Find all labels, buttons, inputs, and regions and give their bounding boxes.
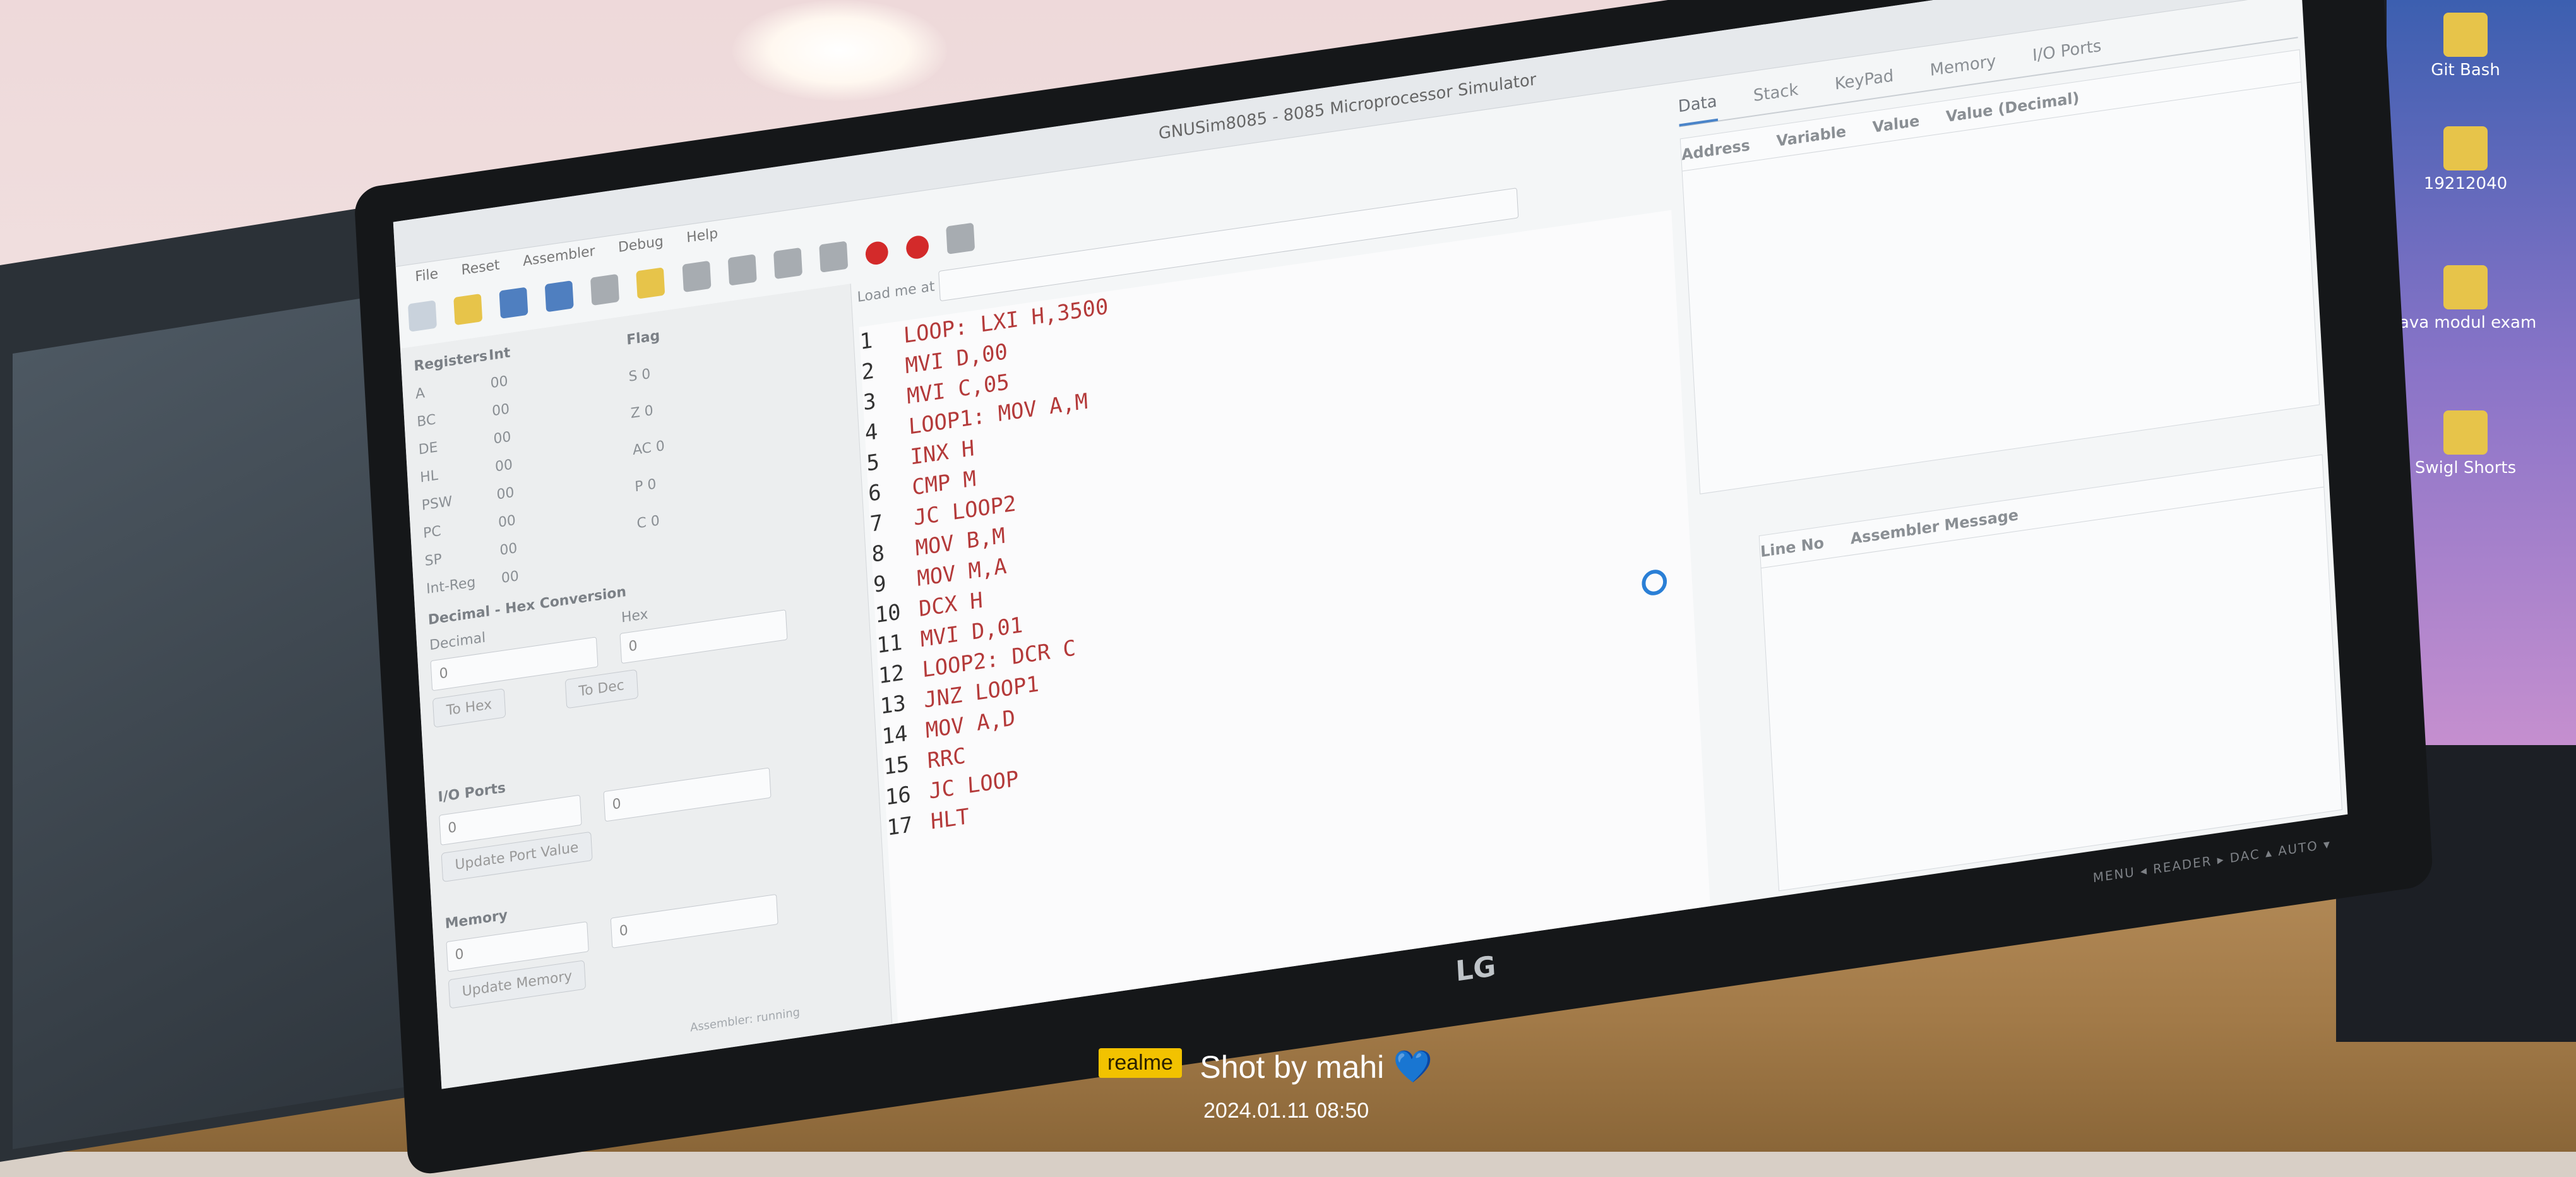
data-panel: Data Stack KeyPad Memory I/O Ports Addre… — [1677, 0, 2342, 898]
data-table[interactable]: Address Variable Value Value (Decimal) — [1679, 49, 2320, 494]
tab-stack[interactable]: Stack — [1753, 80, 1799, 105]
assemble-icon[interactable] — [636, 267, 665, 299]
watermark-brand: realme — [1099, 1048, 1182, 1078]
heart-icon: 💙 — [1393, 1049, 1433, 1085]
folder-icon — [2443, 13, 2488, 57]
tab-io-ports[interactable]: I/O Ports — [2032, 37, 2102, 66]
menu-assembler[interactable]: Assembler — [522, 243, 595, 270]
load-me-at-label: Load me at — [857, 278, 936, 306]
hex-label: Hex — [621, 606, 649, 626]
folder-icon — [2443, 265, 2488, 309]
breakpoint-icon[interactable] — [864, 240, 889, 266]
app-icon — [2443, 410, 2488, 455]
simulator-window: GNUSim8085 - 8085 Microprocessor Simulat… — [393, 0, 2348, 1089]
status-bar: Assembler: running — [689, 1005, 801, 1035]
watermark-datetime: 2024.01.11 08:50 — [1203, 1099, 1369, 1123]
menu-file[interactable]: File — [415, 266, 439, 285]
menu-debug[interactable]: Debug — [617, 234, 664, 256]
tab-memory[interactable]: Memory — [1929, 52, 1996, 80]
camera-watermark: realme Shot by mahi 💙 2024.01.11 08:50 — [1099, 1048, 1541, 1137]
tab-keypad[interactable]: KeyPad — [1834, 66, 1894, 93]
folder-icon — [2443, 126, 2488, 170]
desktop-icon[interactable]: Git Bash — [2393, 13, 2538, 80]
desktop-icon[interactable]: Swigl Shorts — [2393, 410, 2538, 477]
step-out-icon[interactable] — [819, 241, 849, 273]
save-as-icon[interactable] — [545, 280, 575, 313]
desktop-icon[interactable]: 19212040 — [2393, 126, 2538, 193]
desktop-icon[interactable]: java modul exam — [2393, 265, 2538, 332]
fullscreen-icon[interactable] — [946, 222, 975, 254]
new-file-icon[interactable] — [407, 300, 437, 332]
step-in-icon[interactable] — [727, 254, 757, 286]
stop-icon[interactable] — [905, 234, 929, 261]
step-over-icon[interactable] — [773, 247, 802, 280]
code-editor[interactable]: 1 LOOP: LXI H,3500 2 MVI D,00 3 MVI C,05 4L… — [859, 210, 1710, 1024]
monitor-brand-logo: LG — [1455, 950, 1497, 988]
registers-panel: RegistersInt A00 BC00 DE00 HL00 PSW 00 PC… — [400, 284, 893, 1089]
watermark-shot-by: Shot by mahi — [1200, 1049, 1385, 1085]
execute-icon[interactable] — [682, 260, 712, 293]
print-icon[interactable] — [590, 273, 620, 306]
save-icon[interactable] — [499, 287, 528, 319]
open-file-icon[interactable] — [453, 293, 483, 326]
menu-help[interactable]: Help — [686, 225, 719, 246]
tab-data[interactable]: Data — [1678, 92, 1719, 127]
ceiling-light — [732, 0, 947, 101]
menu-reset[interactable]: Reset — [461, 257, 500, 278]
assembler-message-table[interactable]: Line No Assembler Message — [1758, 454, 2342, 892]
